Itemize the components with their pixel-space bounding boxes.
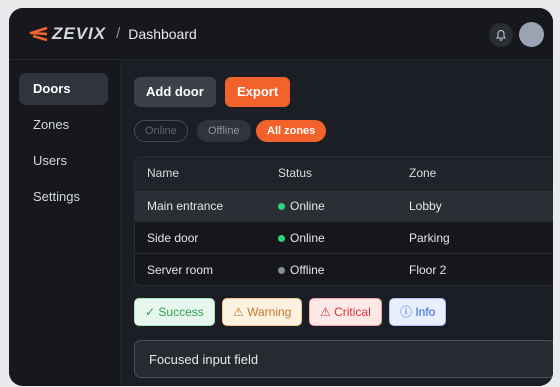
avatar[interactable] bbox=[519, 22, 544, 47]
door-status: Offline bbox=[278, 254, 325, 285]
sidebar-item-settings[interactable]: Settings bbox=[19, 181, 108, 213]
focused-input-field[interactable] bbox=[134, 340, 553, 378]
sidebar-item-users[interactable]: Users bbox=[19, 145, 108, 177]
status-text: Online bbox=[290, 231, 325, 245]
door-status: Online bbox=[278, 222, 325, 254]
table-row[interactable]: Server room Offline Floor 2 bbox=[135, 254, 553, 285]
status-text: Online bbox=[290, 199, 325, 213]
doors-table: Name Status Zone Main entrance Online Lo… bbox=[134, 156, 553, 286]
door-name: Server room bbox=[147, 263, 214, 277]
notifications-button[interactable] bbox=[489, 23, 513, 47]
filter-chip-offline[interactable]: Offline bbox=[197, 120, 251, 142]
status-text: Offline bbox=[290, 263, 325, 277]
info-alert: ⓘ Info bbox=[389, 298, 447, 326]
breadcrumb-separator: / bbox=[116, 25, 121, 42]
door-zone: Parking bbox=[409, 231, 450, 245]
door-zone: Lobby bbox=[409, 199, 442, 213]
door-name: Side door bbox=[147, 231, 199, 245]
sidebar-item-zones[interactable]: Zones bbox=[19, 109, 108, 141]
filter-chip-all-zones[interactable]: All zones bbox=[256, 120, 327, 142]
top-bar: ZEVIX / Dashboard bbox=[9, 8, 553, 60]
column-header-name[interactable]: Name bbox=[147, 157, 179, 189]
critical-alert: ⚠ Critical bbox=[309, 298, 382, 326]
success-alert: ✓ Success bbox=[134, 298, 215, 326]
door-name: Main entrance bbox=[147, 199, 224, 213]
door-zone: Floor 2 bbox=[409, 263, 447, 277]
online-status-dot bbox=[278, 203, 285, 210]
sidebar-item-doors[interactable]: Doors bbox=[19, 73, 108, 105]
table-row[interactable]: Side door Online Parking bbox=[135, 222, 553, 254]
sidebar: Doors Zones Users Settings bbox=[9, 60, 120, 386]
offline-status-dot bbox=[278, 267, 285, 274]
table-row[interactable]: Main entrance Online Lobby bbox=[135, 190, 553, 222]
export-button[interactable]: Export bbox=[225, 77, 291, 107]
app-window: ZEVIX / Dashboard Doors Zones Users Sett… bbox=[9, 8, 553, 386]
column-header-zone[interactable]: Zone bbox=[409, 157, 436, 189]
warning-alert: ⚠ Warning bbox=[222, 298, 303, 326]
bell-icon bbox=[496, 29, 506, 41]
table-header-row: Name Status Zone bbox=[135, 157, 553, 189]
add-door-button[interactable]: Add door bbox=[134, 77, 216, 107]
door-status: Online bbox=[278, 190, 325, 222]
logo: ZEVIX bbox=[27, 24, 106, 44]
main-content: Add door Export Online Offline All zones… bbox=[120, 60, 553, 386]
column-header-status[interactable]: Status bbox=[278, 157, 312, 189]
logo-icon bbox=[29, 26, 48, 41]
brand-name: ZEVIX bbox=[52, 23, 107, 43]
filter-chip-online[interactable]: Online bbox=[134, 120, 188, 142]
online-status-dot bbox=[278, 235, 285, 242]
page-title: Dashboard bbox=[128, 25, 197, 42]
